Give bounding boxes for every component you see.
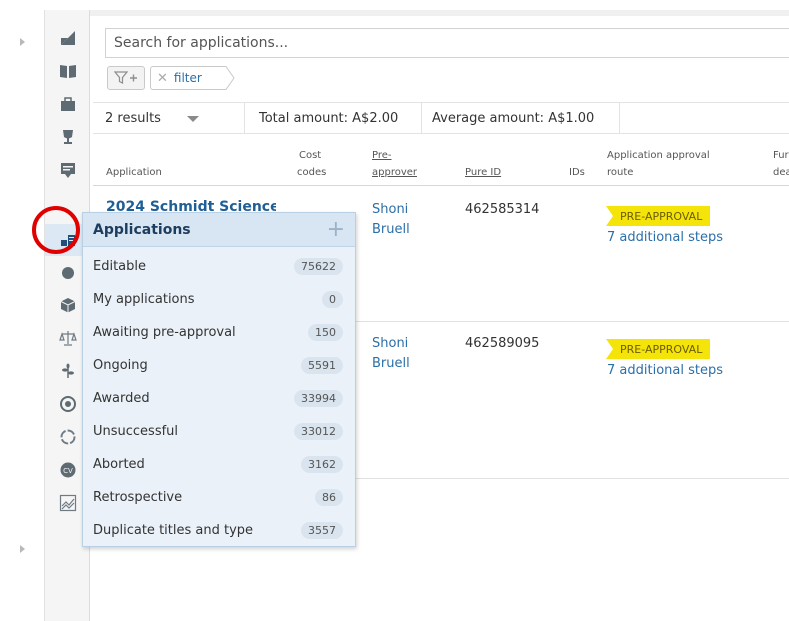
trophy-icon[interactable]	[45, 121, 91, 153]
total-amount: Total amount: A$2.00	[245, 103, 422, 134]
search-input[interactable]: Search for applications...	[105, 28, 789, 58]
filter-chip-label: filter	[173, 71, 202, 85]
popup-item-editable[interactable]: Editable 75622	[83, 250, 355, 283]
filter-plus-icon	[114, 71, 137, 84]
popup-item-awaiting-pre-approval[interactable]: Awaiting pre-approval 150	[83, 316, 355, 349]
count-badge: 75622	[294, 258, 343, 275]
header-pre-approver-2[interactable]: approver	[372, 166, 417, 179]
dashboard-icon[interactable]	[45, 22, 91, 54]
average-amount-text: Average amount: A$1.00	[432, 111, 595, 126]
pre-approver-link[interactable]: Shoni Bruell	[372, 200, 410, 240]
popup-item-ongoing[interactable]: Ongoing 5591	[83, 349, 355, 382]
popup-item-label: My applications	[93, 292, 195, 307]
count-badge: 3557	[301, 522, 343, 539]
add-icon[interactable]: +	[327, 218, 345, 240]
popup-item-awarded[interactable]: Awarded 33994	[83, 382, 355, 415]
filter-chip[interactable]: ✕ filter	[150, 66, 226, 90]
header-cost-codes-2[interactable]: codes	[297, 166, 326, 179]
popup-item-label: Awaiting pre-approval	[93, 325, 236, 340]
header-fu-2[interactable]: dea	[773, 166, 789, 179]
chip-arrow-icon	[222, 66, 235, 90]
results-bar: 2 results Total amount: A$2.00 Average a…	[93, 102, 789, 134]
count-badge: 33994	[294, 390, 343, 407]
popup-item-label: Ongoing	[93, 358, 148, 373]
header-cost-codes-1[interactable]: Cost	[299, 149, 321, 162]
status-badge: PRE-APPROVAL	[606, 206, 711, 226]
header-fu-1[interactable]: Fur	[773, 149, 789, 162]
count-badge: 5591	[301, 357, 343, 374]
popup-item-my-applications[interactable]: My applications 0	[83, 283, 355, 316]
popup-item-label: Editable	[93, 259, 147, 274]
briefcase-icon[interactable]	[45, 88, 91, 120]
expand-arrow-icon[interactable]	[20, 545, 25, 553]
status-badge: PRE-APPROVAL	[606, 339, 711, 359]
page: CV Search for applications... ✕ filter 2…	[0, 0, 789, 621]
left-gutter	[0, 0, 44, 621]
pre-approver-first: Shoni	[372, 202, 409, 217]
remove-filter-icon[interactable]: ✕	[157, 71, 168, 86]
popup-item-duplicate-titles[interactable]: Duplicate titles and type 3557	[83, 514, 355, 547]
search-placeholder: Search for applications...	[114, 35, 289, 51]
count-badge: 3162	[301, 456, 343, 473]
highlight-circle	[32, 206, 80, 254]
header-pre-approver-1[interactable]: Pre-	[372, 149, 392, 162]
presentation-icon[interactable]	[45, 154, 91, 186]
popup-item-unsuccessful[interactable]: Unsuccessful 33012	[83, 415, 355, 448]
add-filter-button[interactable]	[107, 66, 145, 90]
application-title-link[interactable]: 2024 Schmidt Science	[106, 199, 276, 213]
header-divider	[93, 185, 789, 186]
popup-item-label: Unsuccessful	[93, 424, 179, 439]
count-badge: 86	[315, 489, 343, 506]
applications-popup: Applications + Editable 75622 My applica…	[82, 212, 356, 547]
book-icon[interactable]	[45, 55, 91, 87]
status-badge-text: PRE-APPROVAL	[620, 342, 703, 356]
additional-steps-link[interactable]: 7 additional steps	[607, 361, 723, 381]
header-approval-route-2[interactable]: route	[607, 166, 633, 179]
header-ids[interactable]: IDs	[569, 166, 585, 179]
header-pure-id[interactable]: Pure ID	[465, 166, 501, 179]
count-badge: 150	[308, 324, 343, 341]
total-amount-text: Total amount: A$2.00	[259, 111, 399, 126]
header-approval-route-1[interactable]: Application approval	[607, 149, 710, 162]
popup-item-label: Awarded	[93, 391, 150, 406]
additional-steps-link[interactable]: 7 additional steps	[607, 228, 723, 248]
pre-approver-last: Bruell	[372, 222, 410, 237]
popup-title: Applications	[93, 221, 191, 238]
results-count-select[interactable]: 2 results	[93, 103, 245, 134]
popup-item-label: Aborted	[93, 457, 145, 472]
popup-item-aborted[interactable]: Aborted 3162	[83, 448, 355, 481]
expand-arrow-icon[interactable]	[20, 38, 25, 46]
pre-approver-link[interactable]: Shoni Bruell	[372, 334, 410, 374]
average-amount: Average amount: A$1.00	[422, 103, 620, 134]
popup-item-retrospective[interactable]: Retrospective 86	[83, 481, 355, 514]
count-badge: 33012	[294, 423, 343, 440]
top-strip	[90, 10, 789, 16]
status-badge-text: PRE-APPROVAL	[620, 209, 703, 223]
pre-approver-first: Shoni	[372, 336, 409, 351]
popup-item-label: Duplicate titles and type	[93, 523, 254, 538]
results-count: 2 results	[105, 111, 161, 126]
pure-id: 462589095	[465, 336, 540, 351]
pre-approver-last: Bruell	[372, 356, 410, 371]
count-badge: 0	[322, 291, 343, 308]
header-application[interactable]: Application	[106, 166, 162, 179]
chevron-down-icon	[186, 115, 199, 122]
popup-item-label: Retrospective	[93, 490, 183, 505]
popup-header: Applications +	[83, 213, 355, 247]
pure-id: 462585314	[465, 202, 540, 217]
svg-text:CV: CV	[63, 467, 73, 475]
